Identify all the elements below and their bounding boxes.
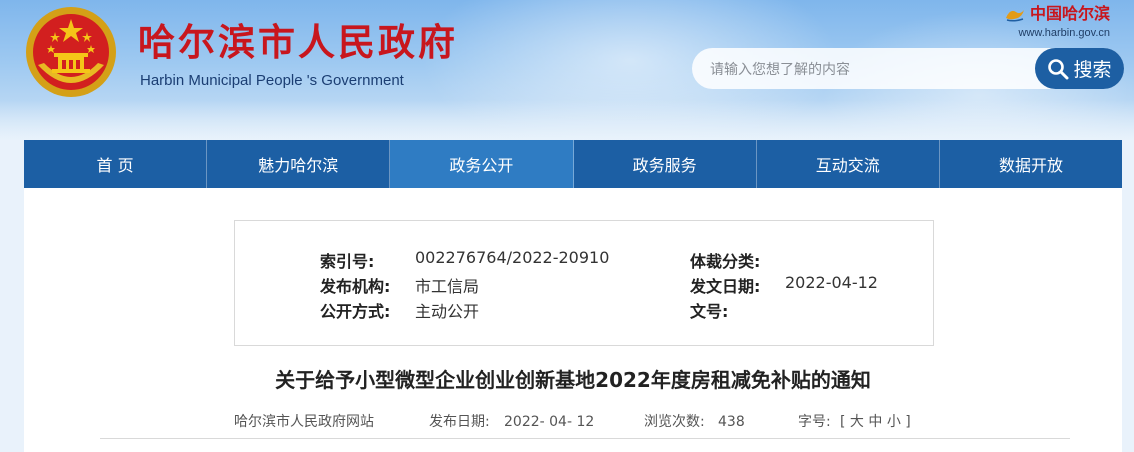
views-count: 438 <box>718 414 745 430</box>
brand-logo[interactable]: 中国哈尔滨 <box>1004 4 1110 24</box>
date-value: 2022-04-12 <box>785 273 878 292</box>
article-title: 关于给予小型微型企业创业创新基地2022年度房租减免补贴的通知 <box>275 368 871 392</box>
banner-fade <box>0 100 1134 140</box>
disclosure-value: 主动公开 <box>415 302 480 321</box>
national-emblem-icon <box>26 7 116 97</box>
nav-item-gov-services[interactable]: 政务服务 <box>574 140 757 188</box>
nav-item-gov-affairs-public[interactable]: 政务公开 <box>390 140 574 188</box>
index-no-label: 索引号: <box>320 252 375 271</box>
search-button-label: 搜索 <box>1073 59 1112 81</box>
font-size-bracket-open: [ <box>840 414 846 430</box>
disclosure-label: 公开方式: <box>320 302 391 321</box>
content-panel: 索引号: 002276764/2022-20910 体裁分类: 发布机构: 市工… <box>24 188 1122 452</box>
main-nav: 首 页 魅力哈尔滨 政务公开 政务服务 互动交流 数据开放 <box>24 140 1122 188</box>
font-size-controls: [ 大 中 小 ] <box>840 413 911 431</box>
document-meta-table: 索引号: 002276764/2022-20910 体裁分类: 发布机构: 市工… <box>234 220 934 346</box>
font-size-small[interactable]: 小 <box>887 414 901 430</box>
nav-item-home[interactable]: 首 页 <box>24 140 208 188</box>
brand-block: 中国哈尔滨 www.harbin.gov.cn <box>1004 4 1110 40</box>
publisher-label: 发布机构: <box>320 277 391 296</box>
search-bar: 搜索 <box>692 48 1124 91</box>
content-divider <box>100 438 1070 439</box>
swan-logo-icon <box>1005 10 1024 22</box>
nav-item-charm-harbin[interactable]: 魅力哈尔滨 <box>207 140 391 188</box>
nav-item-interaction[interactable]: 互动交流 <box>757 140 940 188</box>
views-label: 浏览次数: <box>644 414 705 430</box>
font-size-bracket-close: ] <box>905 414 911 430</box>
site-title: 哈尔滨市人民政府 <box>138 20 458 64</box>
search-input[interactable] <box>708 48 1032 91</box>
nav-item-open-data[interactable]: 数据开放 <box>940 140 1122 188</box>
font-size-medium[interactable]: 中 <box>868 414 882 430</box>
brand-url[interactable]: www.harbin.gov.cn <box>1004 26 1110 40</box>
search-button[interactable]: 搜索 <box>1035 48 1124 89</box>
date-label: 发文日期: <box>690 277 761 296</box>
font-size-label: 字号: <box>798 414 831 430</box>
publisher-value: 市工信局 <box>415 277 480 296</box>
index-no-value: 002276764/2022-20910 <box>415 248 610 267</box>
brand-name-text: 中国哈尔滨 <box>1029 4 1110 23</box>
genre-label: 体裁分类: <box>690 252 761 271</box>
search-icon <box>1048 58 1069 79</box>
doc-no-label: 文号: <box>690 302 729 321</box>
header-banner: 哈尔滨市人民政府 Harbin Municipal People 's Gove… <box>0 0 1134 140</box>
font-size-large[interactable]: 大 <box>850 414 864 430</box>
article-source: 哈尔滨市人民政府网站 <box>234 414 374 430</box>
publish-date-label: 发布日期: <box>429 414 490 430</box>
publish-date-value: 2022- 04- 12 <box>504 414 595 430</box>
site-subtitle: Harbin Municipal People 's Government <box>140 72 404 89</box>
